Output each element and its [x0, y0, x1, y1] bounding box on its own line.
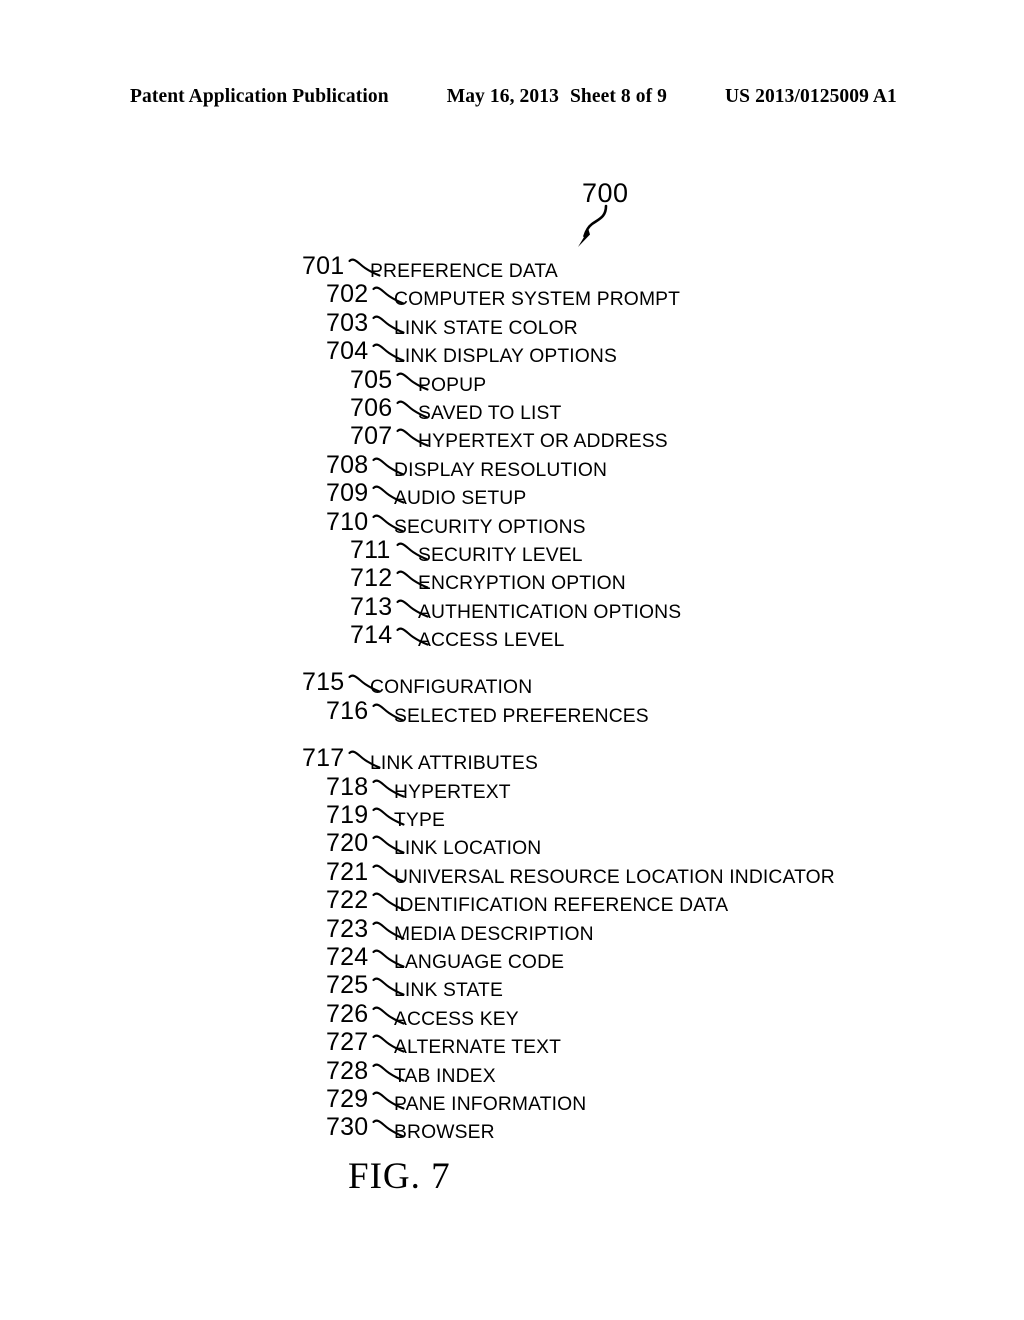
tree-row: 716 SELECTED PREFERENCES: [0, 696, 1024, 727]
reference-numeral: 728: [326, 1056, 369, 1085]
tree-row: 708 DISPLAY RESOLUTION: [0, 450, 1024, 481]
reference-numeral: 706: [350, 393, 393, 422]
element-label: ENCRYPTION OPTION: [418, 573, 626, 595]
reference-numeral: 711: [350, 535, 391, 564]
element-label: HYPERTEXT: [394, 781, 511, 803]
element-label: DISPLAY RESOLUTION: [394, 459, 608, 481]
tree-row: 705 POPUP: [0, 365, 1024, 396]
reference-numeral: 718: [326, 772, 369, 801]
tree-row: 717 LINK ATTRIBUTES: [0, 744, 1024, 775]
tree-row: 701 PREFERENCE DATA: [0, 252, 1024, 282]
document-number: US 2013/0125009 A1: [725, 86, 897, 107]
reference-numeral: 730: [326, 1113, 369, 1142]
tree-row: 720 LINK LOCATION: [0, 829, 1024, 860]
element-label: CONFIGURATION: [370, 677, 533, 699]
element-label: ACCESS LEVEL: [418, 630, 565, 652]
tree-row: 712 ENCRYPTION OPTION: [0, 564, 1024, 595]
element-label: SECURITY LEVEL: [418, 544, 583, 566]
element-label: PREFERENCE DATA: [370, 261, 558, 282]
tree-row: 728 TAB INDEX: [0, 1056, 1024, 1087]
reference-numeral: 712: [350, 564, 393, 593]
tree-row: 718 HYPERTEXT: [0, 772, 1024, 803]
reference-numeral: 715: [302, 668, 345, 697]
tree-row: 719 TYPE: [0, 801, 1024, 832]
element-label: MEDIA DESCRIPTION: [394, 923, 594, 945]
tree-row: 709 AUDIO SETUP: [0, 479, 1024, 510]
tree-row: 711 SECURITY LEVEL: [0, 535, 1024, 566]
reference-numeral: 716: [326, 696, 369, 725]
tree-row: 723 MEDIA DESCRIPTION: [0, 914, 1024, 945]
reference-numeral: 705: [350, 365, 393, 394]
tree-row: 725 LINK STATE: [0, 971, 1024, 1002]
publication-date: May 16, 2013: [446, 86, 559, 107]
tree-row: 726 ACCESS KEY: [0, 999, 1024, 1030]
element-label: LINK ATTRIBUTES: [370, 753, 538, 775]
reference-numeral: 703: [326, 308, 369, 337]
page-header: Patent Application Publication May 16, 2…: [130, 86, 897, 112]
curved-arrow-icon: [566, 203, 622, 251]
reference-numeral: 714: [350, 621, 393, 650]
reference-numeral: 727: [326, 1028, 369, 1057]
element-label: ACCESS KEY: [394, 1008, 519, 1030]
tree-row: 729 PANE INFORMATION: [0, 1084, 1024, 1115]
element-label: POPUP: [418, 374, 487, 396]
element-label: LINK DISPLAY OPTIONS: [394, 346, 618, 368]
element-label: TAB INDEX: [394, 1065, 496, 1087]
tree-row: 730 BROWSER: [0, 1113, 1024, 1144]
element-label: SELECTED PREFERENCES: [394, 705, 649, 727]
reference-numeral: 707: [350, 422, 393, 451]
tree-row: 707 HYPERTEXT OR ADDRESS: [0, 422, 1024, 453]
tree-row: 721 UNIVERSAL RESOURCE LOCATION INDICATOR: [0, 857, 1024, 888]
reference-numeral: 725: [326, 971, 369, 1000]
reference-numeral: 702: [326, 280, 369, 309]
element-label: LINK LOCATION: [394, 838, 542, 860]
reference-numeral: 719: [326, 801, 369, 830]
element-label: TYPE: [394, 810, 445, 832]
element-label: LINK STATE: [394, 980, 503, 1002]
element-label: IDENTIFICATION REFERENCE DATA: [394, 895, 729, 917]
reference-numeral: 704: [326, 337, 369, 366]
element-label: SAVED TO LIST: [418, 402, 562, 424]
tree-row: 713 AUTHENTICATION OPTIONS: [0, 592, 1024, 623]
reference-numeral: 710: [326, 507, 369, 536]
reference-numeral: 720: [326, 829, 369, 858]
reference-numeral: 721: [326, 857, 369, 886]
tree-row: 714 ACCESS LEVEL: [0, 621, 1024, 652]
element-label: BROWSER: [394, 1122, 495, 1144]
element-label: SECURITY OPTIONS: [394, 516, 586, 538]
element-label: AUDIO SETUP: [394, 488, 527, 510]
figure-caption: FIG. 7: [348, 1156, 451, 1197]
element-label: PANE INFORMATION: [394, 1093, 587, 1115]
element-label: ALTERNATE TEXT: [394, 1037, 562, 1059]
reference-numeral: 708: [326, 450, 369, 479]
tree-row: 715 CONFIGURATION: [0, 668, 1024, 699]
element-label: COMPUTER SYSTEM PROMPT: [394, 289, 681, 311]
reference-numeral: 717: [302, 744, 345, 773]
element-label: HYPERTEXT OR ADDRESS: [418, 431, 668, 453]
element-label: LANGUAGE CODE: [394, 951, 565, 973]
reference-numeral: 726: [326, 999, 369, 1028]
reference-numeral: 713: [350, 592, 393, 621]
tree-row: 706 SAVED TO LIST: [0, 393, 1024, 424]
figure-element-tree: 701 PREFERENCE DATA 702 COMPUTER SYSTEM PRO…: [0, 252, 1024, 1144]
reference-numeral: 722: [326, 886, 369, 915]
reference-numeral: 729: [326, 1084, 369, 1113]
reference-numeral: 724: [326, 942, 369, 971]
sheet-number: Sheet 8 of 9: [569, 86, 667, 107]
tree-row: 702 COMPUTER SYSTEM PROMPT: [0, 280, 1024, 311]
element-label: UNIVERSAL RESOURCE LOCATION INDICATOR: [394, 866, 835, 888]
tree-row: 724 LANGUAGE CODE: [0, 942, 1024, 973]
tree-row: 722 IDENTIFICATION REFERENCE DATA: [0, 886, 1024, 917]
reference-numeral: 701: [302, 252, 345, 280]
publication-title: Patent Application Publication: [130, 86, 389, 107]
tree-row: 710 SECURITY OPTIONS: [0, 507, 1024, 538]
element-label: AUTHENTICATION OPTIONS: [418, 601, 682, 623]
reference-numeral: 709: [326, 479, 369, 508]
tree-row: 727 ALTERNATE TEXT: [0, 1028, 1024, 1059]
tree-row: 704 LINK DISPLAY OPTIONS: [0, 337, 1024, 368]
reference-numeral: 723: [326, 914, 369, 943]
tree-row: 703 LINK STATE COLOR: [0, 308, 1024, 339]
element-label: LINK STATE COLOR: [394, 317, 578, 339]
